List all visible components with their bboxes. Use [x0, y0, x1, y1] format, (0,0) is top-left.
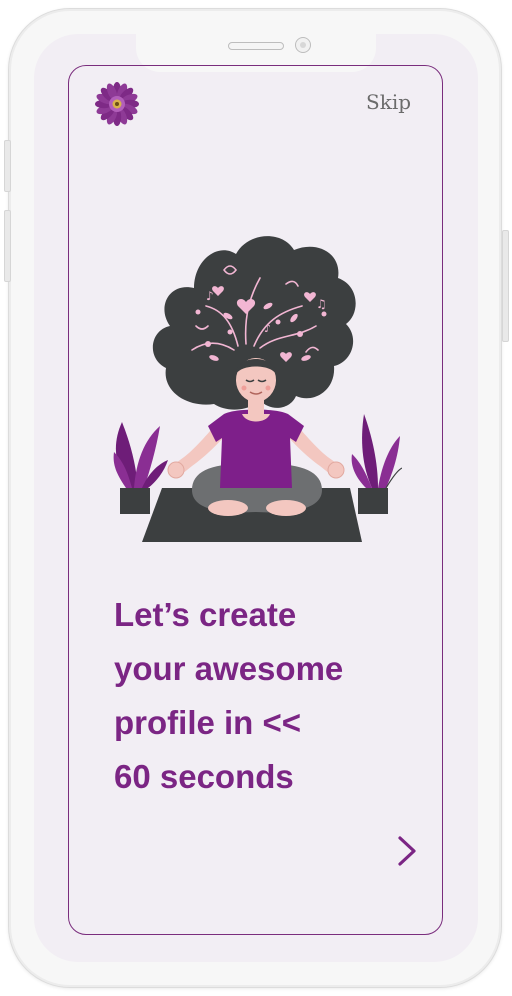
side-button-left: [4, 140, 11, 192]
svg-text:♪: ♪: [206, 289, 214, 303]
svg-text:♫: ♫: [316, 297, 327, 311]
onboarding-headline: Let’s create your awesome profile in << …: [114, 588, 424, 804]
speaker-grille: [228, 42, 284, 50]
headline-line: your awesome: [114, 650, 344, 687]
purple-flower-icon: [95, 82, 139, 126]
svg-text:♪: ♪: [264, 322, 271, 335]
headline-line: Let’s create: [114, 596, 297, 633]
chevron-right-icon[interactable]: [390, 832, 424, 870]
side-button-left-lower: [4, 210, 11, 282]
meditating-woman-illustration: ♪ ♫ ♪: [113, 236, 402, 542]
skip-button[interactable]: Skip: [366, 90, 411, 114]
headline-line: profile in <<: [114, 704, 302, 741]
right-plant: [351, 414, 402, 514]
headline-line: 60 seconds: [114, 758, 294, 795]
side-button-right: [502, 230, 509, 342]
front-camera: [295, 37, 311, 53]
